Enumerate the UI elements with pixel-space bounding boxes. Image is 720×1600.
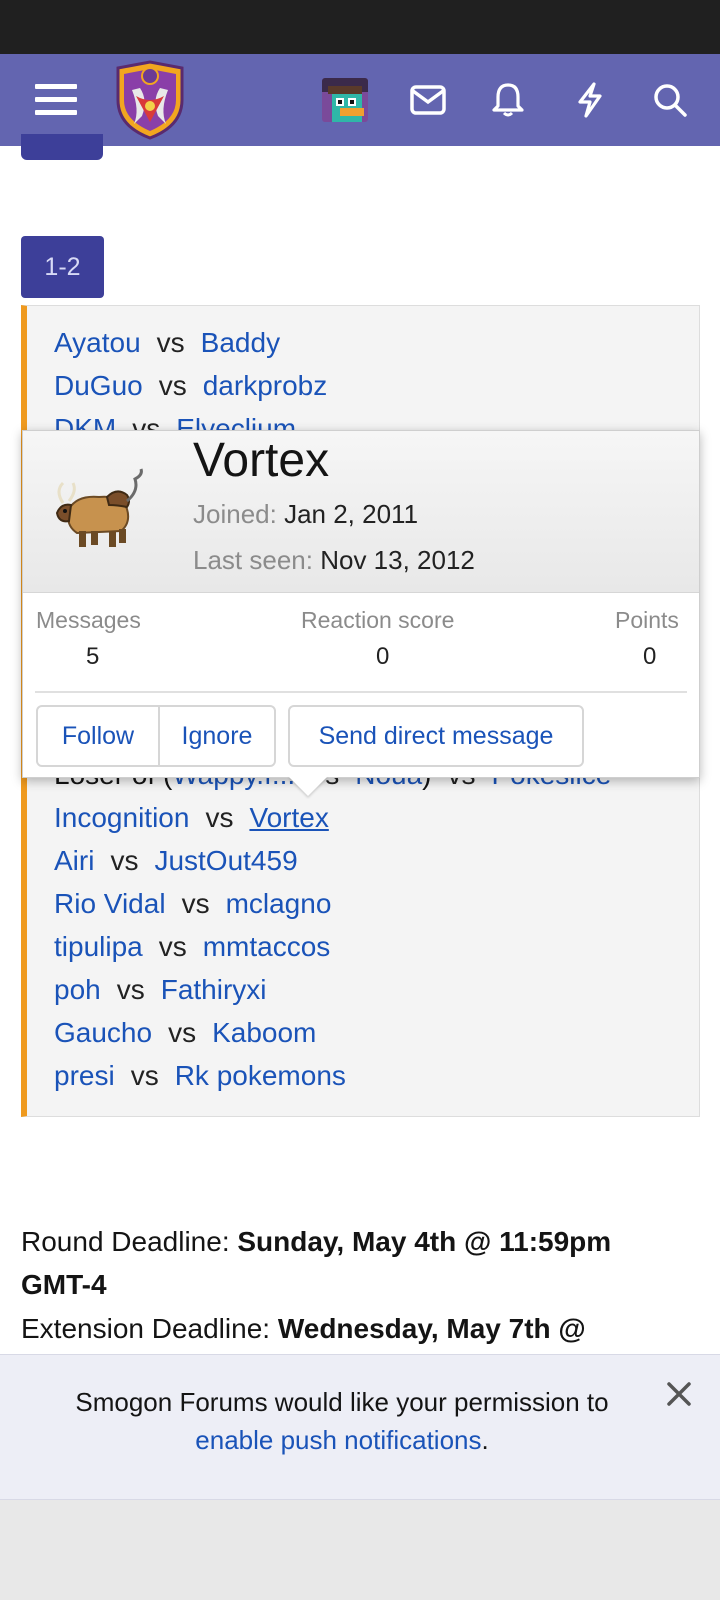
- vs-label: vs: [158, 370, 187, 401]
- vs-label: vs: [158, 931, 187, 962]
- vs-label: vs: [205, 802, 234, 833]
- match-row: Incognition vs Vortex: [54, 801, 329, 835]
- extension-deadline-line: Extension Deadline: Wednesday, May 7th @: [21, 1307, 586, 1351]
- status-bar: [0, 0, 720, 54]
- player-link[interactable]: tipulipa: [54, 931, 143, 962]
- round-deadline-value: Sunday, May 4th @ 11:59pm: [237, 1226, 612, 1257]
- round-deadline-cont: GMT-4: [21, 1263, 107, 1307]
- member-card-header: Vortex Joined: Jan 2, 2011 Last seen: No…: [23, 431, 699, 593]
- joined-label: Joined:: [193, 499, 277, 529]
- vs-label: vs: [130, 1060, 159, 1091]
- push-suffix: .: [481, 1425, 489, 1455]
- tauros-sprite[interactable]: [47, 461, 147, 561]
- player-link[interactable]: Baddy: [201, 327, 280, 358]
- match-row: tipulipa vs mmtaccos: [54, 930, 330, 964]
- member-name[interactable]: Vortex: [193, 433, 329, 488]
- match-row: presi vs Rk pokemons: [54, 1059, 346, 1093]
- push-notification-text: Smogon Forums would like your permission…: [0, 1383, 684, 1459]
- search-icon[interactable]: [646, 76, 694, 124]
- collapsed-button[interactable]: [21, 134, 103, 160]
- stat-label-points: Points: [615, 607, 679, 633]
- player-link-hovered[interactable]: Vortex: [249, 802, 328, 833]
- smogon-logo[interactable]: [112, 60, 188, 140]
- vs-label: vs: [110, 845, 139, 876]
- vs-label: vs: [156, 327, 185, 358]
- divider: [35, 691, 687, 693]
- player-link[interactable]: Rio Vidal: [54, 888, 166, 919]
- member-tooltip-card: Vortex Joined: Jan 2, 2011 Last seen: No…: [22, 430, 700, 778]
- player-link[interactable]: mclagno: [226, 888, 332, 919]
- enable-push-link[interactable]: enable push notifications: [195, 1425, 481, 1455]
- round-tag[interactable]: 1-2: [21, 236, 104, 298]
- stat-label-messages: Messages: [36, 607, 141, 633]
- top-navigation: [0, 54, 720, 146]
- round-deadline-line: Round Deadline: Sunday, May 4th @ 11:59p…: [21, 1220, 611, 1264]
- extension-deadline-label: Extension Deadline:: [21, 1313, 271, 1344]
- user-avatar[interactable]: [322, 78, 368, 122]
- match-row: Gaucho vs Kaboom: [54, 1016, 316, 1050]
- stat-value-messages[interactable]: 5: [86, 643, 99, 671]
- send-direct-message-button[interactable]: Send direct message: [288, 705, 584, 767]
- bottom-area: [0, 1500, 720, 1600]
- player-link[interactable]: Kaboom: [212, 1017, 316, 1048]
- match-row: DuGuo vs darkprobz: [54, 369, 327, 403]
- player-link[interactable]: Incognition: [54, 802, 189, 833]
- stat-label-reactions: Reaction score: [301, 607, 455, 633]
- extension-deadline-value: Wednesday, May 7th @: [277, 1313, 586, 1344]
- close-icon[interactable]: [664, 1379, 694, 1409]
- stat-value-reactions[interactable]: 0: [376, 643, 389, 671]
- hamburger-icon[interactable]: [30, 80, 80, 120]
- vs-label: vs: [181, 888, 210, 919]
- round-deadline-label: Round Deadline:: [21, 1226, 230, 1257]
- vs-label: vs: [116, 974, 145, 1005]
- player-link[interactable]: Gaucho: [54, 1017, 152, 1048]
- player-link[interactable]: Ayatou: [54, 327, 141, 358]
- match-row: poh vs Fathiryxi: [54, 973, 267, 1007]
- player-link[interactable]: Rk pokemons: [175, 1060, 346, 1091]
- last-seen-value: Nov 13, 2012: [320, 545, 475, 575]
- joined-value: Jan 2, 2011: [284, 499, 419, 529]
- match-row: Airi vs JustOut459: [54, 844, 298, 878]
- envelope-icon[interactable]: [404, 76, 452, 124]
- last-seen-line: Last seen: Nov 13, 2012: [193, 545, 475, 576]
- stat-value-points[interactable]: 0: [643, 643, 656, 671]
- player-link[interactable]: poh: [54, 974, 101, 1005]
- player-link[interactable]: Fathiryxi: [161, 974, 267, 1005]
- tooltip-arrow: [288, 776, 328, 796]
- player-link[interactable]: mmtaccos: [203, 931, 331, 962]
- match-row: Rio Vidal vs mclagno: [54, 887, 331, 921]
- last-seen-label: Last seen:: [193, 545, 313, 575]
- push-notification-banner: Smogon Forums would like your permission…: [0, 1354, 720, 1500]
- joined-line: Joined: Jan 2, 2011: [193, 499, 418, 530]
- round-deadline-tz: GMT-4: [21, 1269, 107, 1300]
- bolt-icon[interactable]: [566, 76, 614, 124]
- push-prompt: Smogon Forums would like your permission…: [75, 1387, 609, 1417]
- ignore-button[interactable]: Ignore: [158, 705, 276, 767]
- player-link[interactable]: Airi: [54, 845, 94, 876]
- match-row: Ayatou vs Baddy: [54, 326, 280, 360]
- vs-label: vs: [168, 1017, 197, 1048]
- player-link[interactable]: presi: [54, 1060, 115, 1091]
- player-link[interactable]: JustOut459: [154, 845, 297, 876]
- player-link[interactable]: darkprobz: [203, 370, 328, 401]
- bell-icon[interactable]: [484, 76, 532, 124]
- follow-button[interactable]: Follow: [36, 705, 160, 767]
- player-link[interactable]: DuGuo: [54, 370, 143, 401]
